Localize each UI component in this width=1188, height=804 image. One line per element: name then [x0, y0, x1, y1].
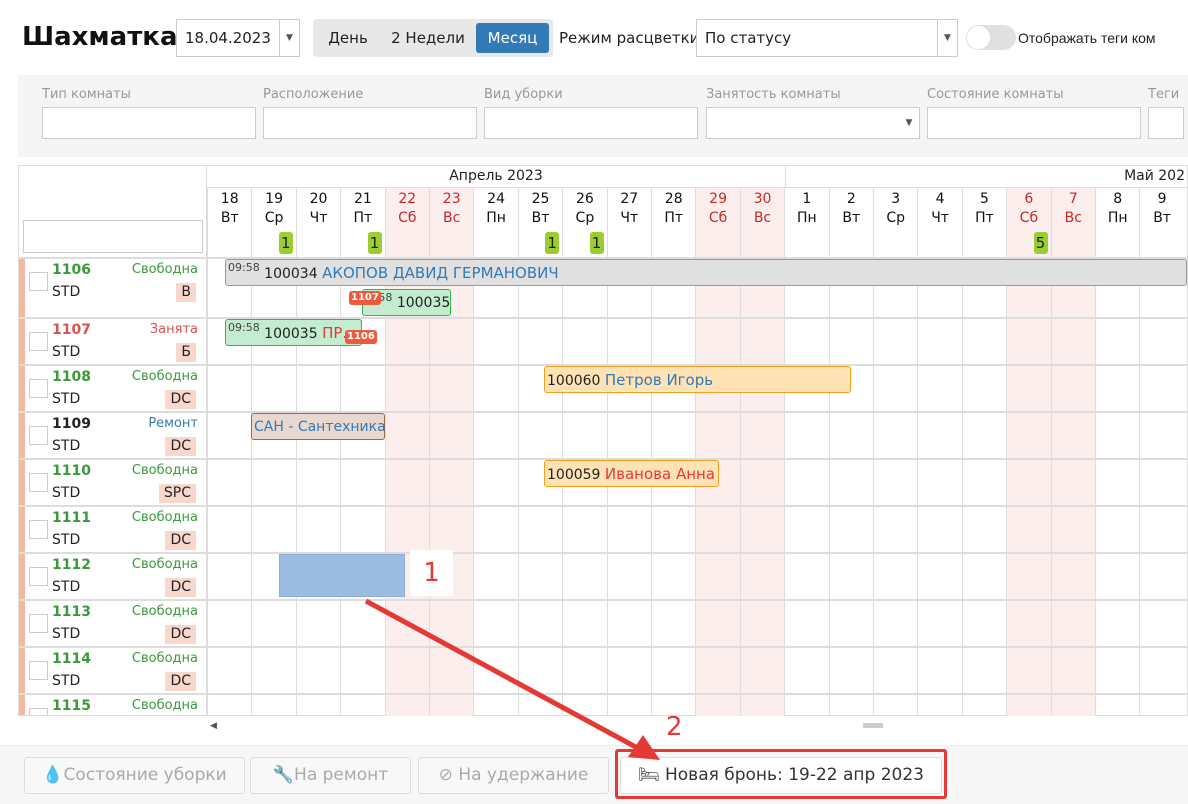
annotation-arrow — [364, 598, 660, 760]
